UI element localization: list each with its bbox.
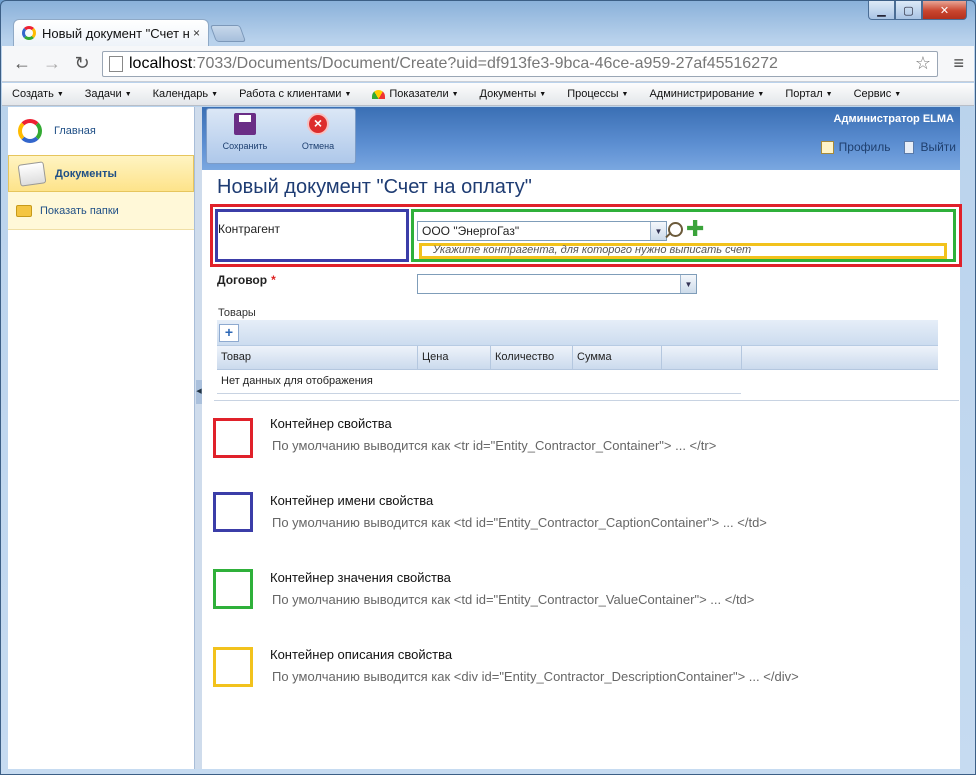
- contractor-value: ООО "ЭнергоГаз": [422, 224, 520, 238]
- save-label: Сохранить: [222, 141, 268, 151]
- folder-icon: [16, 204, 32, 217]
- column-header-product[interactable]: Товар: [217, 346, 418, 369]
- page-title: Новый документ "Счет на оплату": [217, 176, 532, 198]
- back-arrow-icon[interactable]: ←: [10, 52, 34, 76]
- sidebar-item-show-folders[interactable]: Показать папки: [8, 192, 194, 230]
- required-mark: *: [271, 273, 276, 287]
- browser-window: ▁ ▢ ✕ Новый документ "Счет на × ← → ↻ lo…: [0, 0, 976, 775]
- menu-processes[interactable]: Процессы ▼: [567, 88, 628, 100]
- column-header-price[interactable]: Цена: [418, 346, 491, 369]
- navigation-bar: ← → ↻ localhost:7033/Documents/Document/…: [2, 46, 974, 82]
- browser-tab[interactable]: Новый документ "Счет на ×: [13, 19, 209, 46]
- page-icon: [109, 56, 123, 72]
- menu-create[interactable]: Создать ▼: [12, 88, 64, 100]
- save-button[interactable]: Сохранить: [217, 113, 273, 151]
- window-controls: ▁ ▢ ✕: [868, 1, 967, 20]
- sidebar-item-label: Показать папки: [40, 204, 119, 217]
- contractor-select[interactable]: ООО "ЭнергоГаз" ▼: [417, 221, 667, 241]
- goods-grid: + Товар Цена Количество Сумма Нет данных…: [217, 320, 938, 394]
- contract-label: Договор *: [217, 273, 276, 287]
- action-toolbar: Сохранить × Отмена: [206, 108, 356, 164]
- maximize-button[interactable]: ▢: [895, 1, 922, 20]
- search-icon[interactable]: [668, 222, 683, 237]
- user-name: Администратор ELMA: [833, 113, 954, 125]
- legend-desc: По умолчанию выводится как <td id="Entit…: [272, 592, 755, 607]
- browser-menu-icon[interactable]: ≡: [953, 53, 964, 74]
- cancel-button[interactable]: × Отмена: [289, 113, 347, 151]
- cancel-icon: ×: [307, 113, 329, 135]
- cancel-label: Отмена: [301, 141, 335, 151]
- column-header-empty: [662, 346, 742, 369]
- tab-strip: Новый документ "Счет на ×: [13, 19, 247, 46]
- profile-icon: [820, 140, 834, 154]
- contractor-hint: Укажите контрагента, для которого нужно …: [433, 244, 752, 256]
- grid-header: Товар Цена Количество Сумма: [217, 346, 938, 370]
- url-host: localhost: [129, 55, 193, 72]
- sidebar-item-label: Главная: [54, 125, 96, 137]
- legend-title: Контейнер значения свойства: [270, 570, 451, 585]
- reload-icon[interactable]: ↻: [70, 52, 94, 76]
- documents-icon: [17, 160, 47, 187]
- tab-close-icon[interactable]: ×: [193, 26, 200, 40]
- legend-title: Контейнер свойства: [270, 416, 392, 431]
- contract-select[interactable]: ▼: [417, 274, 697, 294]
- sidebar-item-documents[interactable]: Документы: [8, 155, 194, 192]
- legend-swatch-green: [213, 569, 253, 609]
- chevron-down-icon[interactable]: ▼: [650, 222, 666, 240]
- gauge-icon: [372, 89, 386, 99]
- grid-empty-row: Нет данных для отображения: [217, 370, 741, 394]
- divider: [214, 400, 959, 401]
- new-tab-button[interactable]: [209, 25, 247, 42]
- column-header-sum[interactable]: Сумма: [573, 346, 662, 369]
- grid-toolbar: +: [217, 320, 938, 346]
- forward-arrow-icon[interactable]: →: [40, 52, 64, 76]
- main-content: Сохранить × Отмена Администратор ELMA Пр…: [202, 107, 962, 769]
- column-header-quantity[interactable]: Количество: [491, 346, 573, 369]
- legend-swatch-red: [213, 418, 253, 458]
- home-icon: [18, 119, 42, 143]
- user-links: Профиль Выйти: [807, 140, 956, 154]
- close-window-button[interactable]: ✕: [922, 1, 967, 20]
- address-bar[interactable]: localhost:7033/Documents/Document/Create…: [102, 51, 938, 77]
- bookmark-star-icon[interactable]: ☆: [915, 53, 931, 74]
- sidebar-item-label: Документы: [55, 167, 117, 180]
- menu-portal[interactable]: Портал ▼: [785, 88, 832, 100]
- legend-title: Контейнер описания свойства: [270, 647, 453, 662]
- logout-link[interactable]: Выйти: [904, 140, 956, 154]
- legend-desc: По умолчанию выводится как <div id="Enti…: [272, 669, 799, 684]
- legend-title: Контейнер имени свойства: [270, 493, 434, 508]
- app-menu-bar: Создать ▼ Задачи ▼ Календарь ▼ Работа с кли…: [2, 83, 974, 106]
- sidebar-splitter[interactable]: ◀: [194, 107, 202, 769]
- logout-icon: [904, 140, 915, 154]
- legend-swatch-blue: [213, 492, 253, 532]
- save-icon: [234, 113, 256, 135]
- menu-administration[interactable]: Администрирование ▼: [649, 88, 764, 100]
- menu-calendar[interactable]: Календарь ▼: [153, 88, 218, 100]
- content-header: Сохранить × Отмена Администратор ELMA Пр…: [202, 107, 960, 170]
- menu-clients[interactable]: Работа с клиентами ▼: [239, 88, 351, 100]
- menu-service[interactable]: Сервис ▼: [854, 88, 902, 100]
- legend-swatch-yellow: [213, 647, 253, 687]
- profile-link[interactable]: Профиль: [820, 140, 890, 154]
- menu-tasks[interactable]: Задачи ▼: [85, 88, 132, 100]
- legend-desc: По умолчанию выводится как <tr id="Entit…: [272, 438, 717, 453]
- add-row-button[interactable]: +: [219, 324, 239, 342]
- tab-title: Новый документ "Счет на: [42, 25, 189, 41]
- add-icon[interactable]: ✚: [686, 218, 704, 240]
- sidebar-item-main[interactable]: Главная: [8, 107, 194, 155]
- chrome-icon: [22, 26, 36, 40]
- menu-documents[interactable]: Документы ▼: [480, 88, 547, 100]
- legend-desc: По умолчанию выводится как <td id="Entit…: [272, 515, 767, 530]
- left-sidebar: Главная Документы Показать папки: [8, 107, 194, 769]
- contractor-label: Контрагент: [218, 222, 281, 236]
- chevron-down-icon[interactable]: ▼: [680, 275, 696, 293]
- minimize-button[interactable]: ▁: [868, 1, 895, 20]
- goods-label: Товары: [218, 307, 256, 319]
- url-path: :7033/Documents/Document/Create?uid=df91…: [192, 55, 778, 72]
- menu-indicators[interactable]: Показатели ▼: [372, 88, 459, 100]
